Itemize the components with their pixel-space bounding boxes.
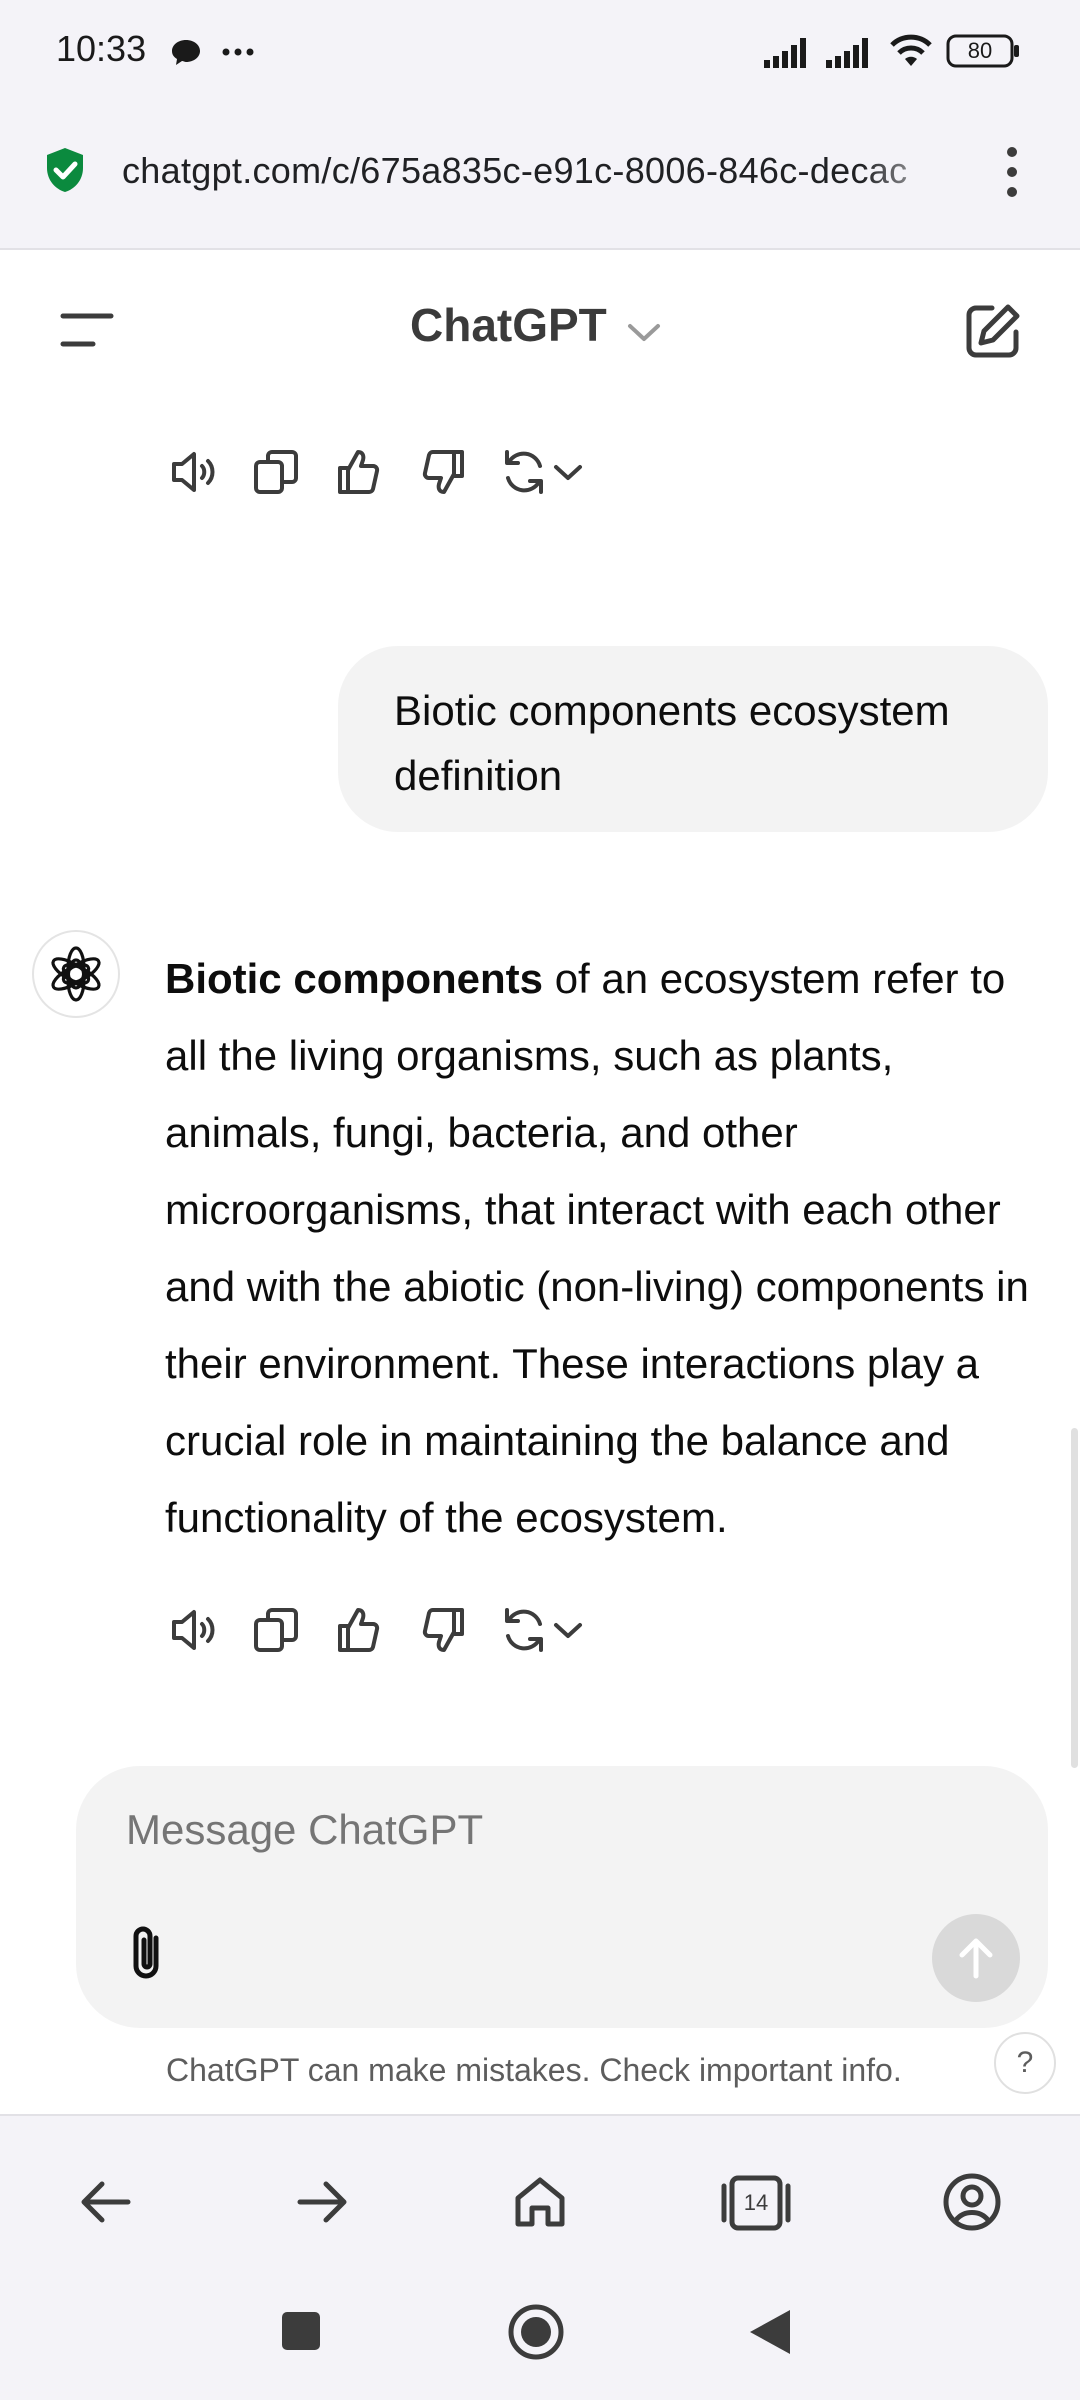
copy-icon[interactable]: [250, 444, 306, 500]
app-header: ChatGPT: [0, 250, 1080, 410]
edit-icon[interactable]: [964, 302, 1022, 360]
status-bar: 10:33 80: [0, 0, 1080, 100]
recent-apps-icon[interactable]: [262, 2292, 342, 2372]
system-nav-bar: [0, 2284, 1080, 2400]
arrow-up-icon: [956, 1936, 996, 1980]
user-message: Biotic components ecosystem definition: [338, 646, 1048, 832]
signal-icon: [764, 36, 814, 68]
message-input[interactable]: [126, 1806, 926, 1854]
assistant-bold-lead: Biotic components: [165, 955, 544, 1002]
battery-level: 80: [967, 38, 993, 63]
message-actions: [168, 1602, 608, 1662]
kebab-menu-icon[interactable]: [1000, 146, 1024, 198]
message-actions: [168, 444, 608, 504]
assistant-message: Biotic components of an ecosystem refer …: [165, 940, 1055, 1556]
speaker-icon[interactable]: [168, 444, 224, 500]
home-circle-icon[interactable]: [496, 2292, 576, 2372]
forward-arrow-icon[interactable]: [282, 2162, 362, 2242]
status-time: 10:33: [56, 28, 147, 69]
chevron-down-icon[interactable]: [550, 1602, 606, 1658]
scrollbar[interactable]: [1071, 1428, 1078, 1768]
chevron-down-icon[interactable]: [550, 444, 606, 500]
thumbs-down-icon[interactable]: [414, 1602, 470, 1658]
speaker-icon[interactable]: [168, 1602, 224, 1658]
help-button[interactable]: ?: [994, 2032, 1056, 2094]
send-button[interactable]: [932, 1914, 1020, 2002]
shield-check-icon[interactable]: [44, 146, 86, 194]
tab-count: 14: [743, 2190, 769, 2215]
thumbs-up-icon[interactable]: [332, 444, 388, 500]
url-bar[interactable]: chatgpt.com/c/675a835c-e91c-8006-846c-de…: [0, 100, 1080, 250]
disclaimer: ChatGPT can make mistakes. Check importa…: [166, 2052, 902, 2088]
chatgpt-logo-icon: [32, 930, 120, 1018]
account-icon[interactable]: [932, 2162, 1012, 2242]
more-dots-icon: [222, 48, 254, 56]
copy-icon[interactable]: [250, 1602, 306, 1658]
regenerate-icon[interactable]: [496, 1602, 552, 1658]
hamburger-icon[interactable]: [60, 312, 114, 348]
wifi-icon: [888, 32, 934, 68]
back-arrow-icon[interactable]: [66, 2162, 146, 2242]
regenerate-icon[interactable]: [496, 444, 552, 500]
url-text[interactable]: chatgpt.com/c/675a835c-e91c-8006-846c-de…: [122, 150, 962, 192]
chevron-down-icon[interactable]: [626, 320, 662, 344]
model-title[interactable]: ChatGPT: [410, 298, 607, 352]
back-triangle-icon[interactable]: [730, 2292, 810, 2372]
thumbs-up-icon[interactable]: [332, 1602, 388, 1658]
signal-icon: [826, 36, 876, 68]
composer: [76, 1766, 1048, 2028]
paperclip-icon[interactable]: [124, 1924, 172, 1986]
thumbs-down-icon[interactable]: [414, 444, 470, 500]
browser-toolbar: 14: [0, 2114, 1080, 2286]
chat-bubble-icon: [170, 38, 202, 68]
assistant-body: of an ecosystem refer to all the living …: [165, 955, 1029, 1541]
home-icon[interactable]: [500, 2162, 580, 2242]
